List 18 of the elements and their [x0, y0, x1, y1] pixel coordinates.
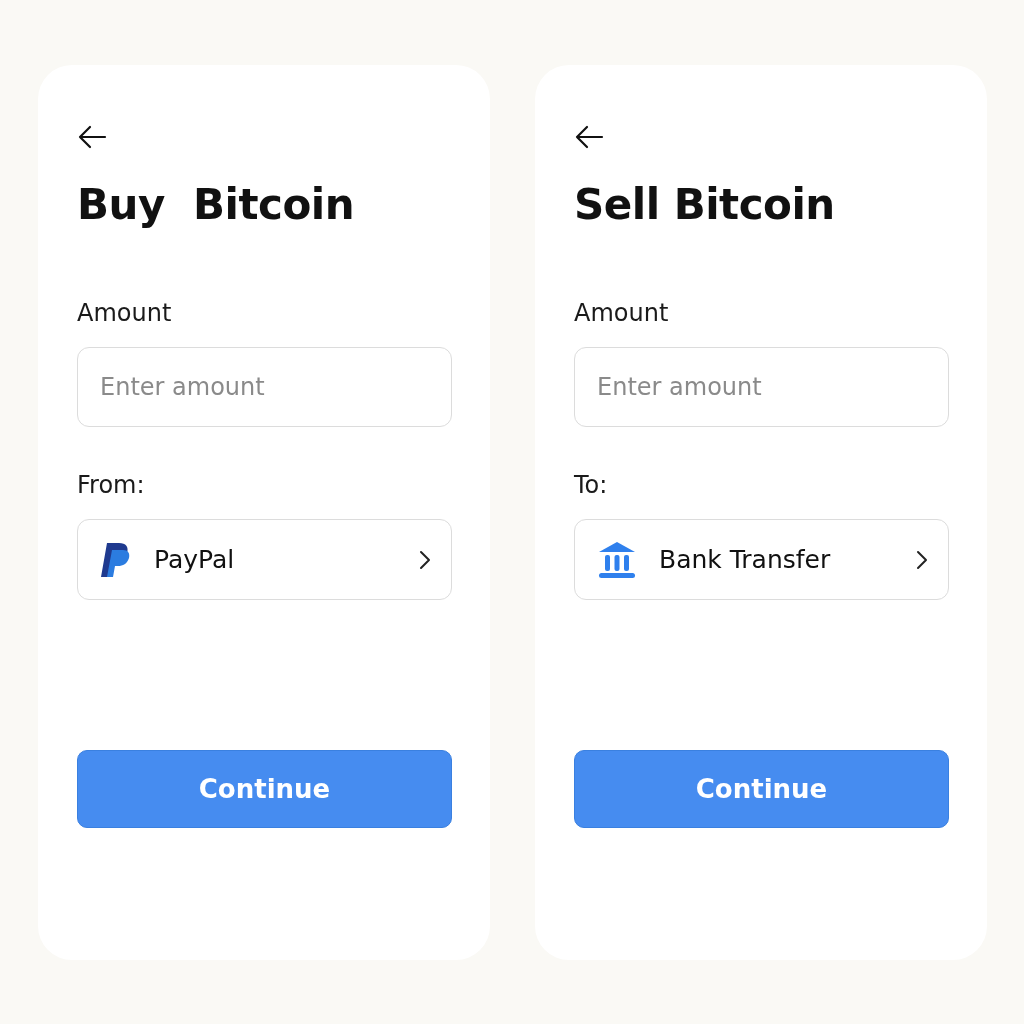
payment-method-row[interactable]: PayPal	[77, 519, 452, 600]
back-arrow-icon	[77, 125, 107, 149]
page-title: Buy Bitcoin	[77, 179, 356, 231]
method-label: To:	[574, 470, 609, 501]
back-button[interactable]	[77, 123, 109, 151]
page-title: Sell Bitcoin	[574, 179, 836, 231]
back-button[interactable]	[574, 123, 606, 151]
payment-method-row[interactable]: Bank Transfer	[574, 519, 949, 600]
amount-field[interactable]: Enter amount	[77, 347, 452, 427]
chevron-right-icon	[419, 549, 431, 570]
bank-icon	[597, 539, 637, 580]
method-label: From:	[77, 470, 146, 501]
amount-field[interactable]: Enter amount	[574, 347, 949, 427]
paypal-icon	[100, 540, 132, 579]
amount-label: Amount	[574, 298, 670, 329]
chevron-right-icon	[916, 549, 928, 570]
back-arrow-icon	[574, 125, 604, 149]
amount-label: Amount	[77, 298, 173, 329]
